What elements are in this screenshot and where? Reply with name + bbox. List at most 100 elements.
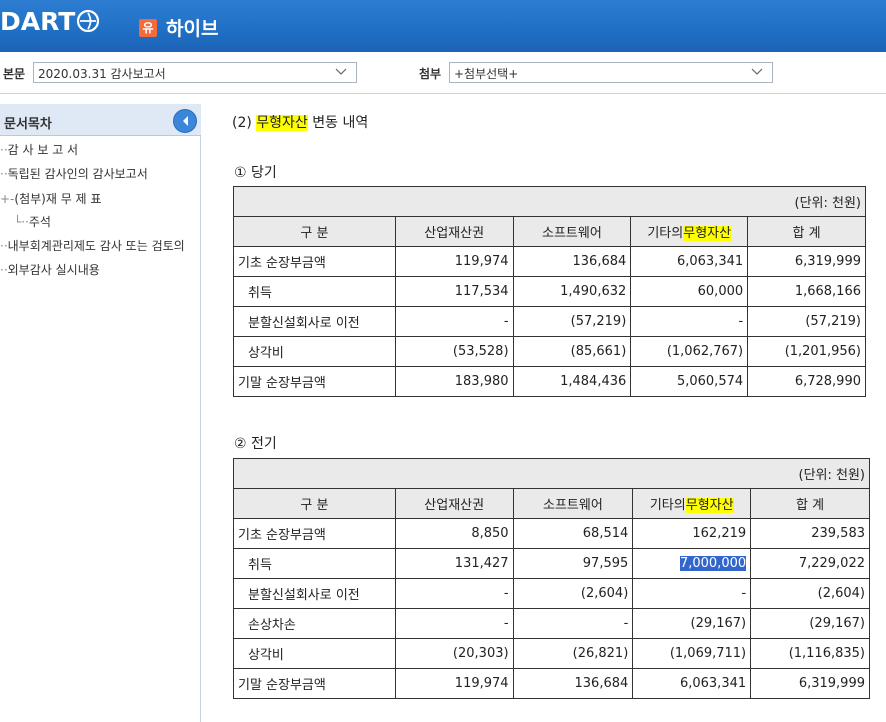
toc-item-label: 주석	[28, 215, 51, 229]
company-name: 하이브	[166, 18, 219, 40]
toc-item-external-audit[interactable]: ··외부감사 실시내용	[0, 261, 100, 278]
table-row: 손상차손 - - (29,167) (29,167)	[233, 608, 870, 639]
table-cell: 6,319,999	[750, 668, 870, 699]
table-cell: 7,000,000	[632, 548, 752, 579]
table-cell: 6,063,341	[632, 668, 752, 699]
table-row: 취득 117,534 1,490,632 60,000 1,668,166	[233, 276, 866, 307]
table-header-row: 구 분 산업재산권 소프트웨어 기타의무형자산 합 계	[233, 216, 866, 247]
chevron-left-icon	[183, 116, 188, 126]
dart-logo-icon	[77, 9, 100, 33]
toc-header: 문서목차	[0, 104, 201, 136]
cell-value: (29,167)	[690, 616, 747, 631]
search-highlight: 무형자산	[256, 115, 308, 131]
tree-connector: +-	[0, 192, 15, 206]
main-doc-select[interactable]: 2020.03.31 감사보고서	[33, 62, 357, 83]
toc-item-label: 감 사 보 고 서	[7, 143, 79, 157]
table-row: 상각비 (53,528) (85,661) (1,062,767) (1,201,956…	[233, 336, 866, 367]
prior-rows: 기초 순장부금액 8,850 68,514 162,219 239,583 취득 131,4…	[233, 518, 870, 699]
table-row: 분할신설회사로 이전 - (57,219) - (57,219)	[233, 306, 866, 337]
table-cell: -	[394, 608, 514, 639]
row-label: 기말 순장부금액	[233, 668, 396, 699]
cell-value: (85,661)	[570, 344, 627, 359]
column-header: 산업재산권	[394, 216, 514, 247]
cell-value: -	[503, 314, 509, 329]
table-cell: (85,661)	[512, 336, 632, 367]
toc-title: 문서목차	[4, 117, 52, 132]
current-period-table: (단위: 천원) 구 분 산업재산권 소프트웨어 기타의무형자산 합 계 기초 …	[233, 186, 866, 397]
unit-label: (단위: 천원)	[233, 458, 870, 489]
cell-value: -	[503, 616, 509, 631]
toc-item-audit-report[interactable]: ··감 사 보 고 서	[0, 141, 78, 158]
cell-value: 8,850	[471, 526, 509, 541]
table-row: 분할신설회사로 이전 - (2,604) - (2,604)	[233, 578, 870, 609]
cell-value: -	[741, 586, 747, 601]
table-cell: (1,069,711)	[632, 638, 752, 669]
cell-value: 6,063,341	[676, 254, 744, 269]
collapse-sidebar-button[interactable]	[173, 109, 197, 133]
row-label: 손상차손	[233, 608, 396, 639]
column-header-text: 기타의	[649, 498, 686, 513]
table-cell: 136,684	[512, 668, 634, 699]
section-number: (2)	[232, 115, 257, 131]
table-cell: 117,534	[394, 276, 514, 307]
attach-label: 첨부	[419, 67, 442, 81]
cell-value: (53,528)	[452, 344, 509, 359]
column-header: 구 분	[233, 216, 396, 247]
column-header: 기타의무형자산	[632, 488, 752, 519]
table-cell: (1,201,956)	[747, 336, 866, 367]
tree-connector: ··	[0, 263, 8, 277]
cell-value: 7,000,000	[679, 556, 747, 571]
unit-row: (단위: 천원)	[233, 186, 866, 217]
cell-value: 1,490,632	[560, 284, 627, 299]
table-cell: (29,167)	[750, 608, 870, 639]
table-cell: 7,229,022	[750, 548, 870, 579]
table-cell: (2,604)	[750, 578, 870, 609]
corp-type-badge: 유	[139, 18, 157, 37]
table-cell: (57,219)	[747, 306, 866, 337]
cell-value: (2,604)	[580, 586, 629, 601]
dart-logo[interactable]: DART	[0, 6, 100, 36]
cell-value: (1,201,956)	[784, 344, 861, 359]
cell-value: (2,604)	[817, 586, 865, 601]
toc-item-internal-control[interactable]: ··내부회계관리제도 감사 또는 검토의	[0, 237, 200, 254]
table-cell: -	[630, 306, 749, 337]
table-cell: 1,668,166	[747, 276, 866, 307]
table-cell: 6,319,999	[747, 246, 866, 277]
chevron-down-icon	[335, 68, 347, 75]
tree-connector: ··	[0, 167, 8, 181]
row-label: 상각비	[233, 336, 396, 367]
column-header: 산업재산권	[394, 488, 514, 519]
section-title-text: 변동 내역	[307, 115, 369, 131]
prior-period-title: ② 전기	[234, 436, 277, 452]
unit-row: (단위: 천원)	[233, 458, 870, 489]
current-rows: 기초 순장부금액 119,974 136,684 6,063,341 6,319,999…	[233, 246, 866, 397]
search-highlight: 무형자산	[683, 226, 732, 241]
toc-item-notes[interactable]: └··주석	[14, 213, 51, 230]
cell-value: 5,060,574	[676, 374, 744, 389]
table-cell: -	[512, 608, 634, 639]
table-cell: 1,490,632	[512, 276, 632, 307]
cell-value: (1,116,835)	[788, 646, 865, 661]
cell-value: 7,229,022	[798, 556, 865, 571]
logo-text: DART	[0, 6, 76, 36]
cell-value: -	[623, 616, 629, 631]
table-cell: -	[632, 578, 752, 609]
cell-value: 6,728,990	[794, 374, 861, 389]
toc-item-independent-auditor[interactable]: ··독립된 감사인의 감사보고서	[0, 165, 148, 182]
cell-value: 119,974	[454, 254, 509, 269]
attach-select[interactable]: +첨부선택+	[449, 62, 773, 83]
toc-item-label: 외부감사 실시내용	[7, 263, 100, 277]
table-cell: 239,583	[750, 518, 870, 549]
cell-value: 1,484,436	[560, 374, 627, 389]
main-doc-label: 본문	[3, 67, 26, 81]
cell-value: 136,684	[574, 676, 629, 691]
toc-item-financial-statements[interactable]: +-(첨부)재 무 제 표	[0, 188, 106, 208]
row-label: 분할신설회사로 이전	[233, 306, 396, 337]
column-header: 기타의무형자산	[630, 216, 749, 247]
row-label: 기초 순장부금액	[233, 518, 396, 549]
prior-period-table: (단위: 천원) 구 분 산업재산권 소프트웨어 기타의무형자산 합 계 기초 …	[233, 458, 870, 699]
table-cell: 131,427	[394, 548, 514, 579]
cell-value: 97,595	[582, 556, 629, 571]
main-doc-select-value: 2020.03.31 감사보고서	[38, 67, 166, 81]
cell-value: 6,319,999	[794, 254, 861, 269]
